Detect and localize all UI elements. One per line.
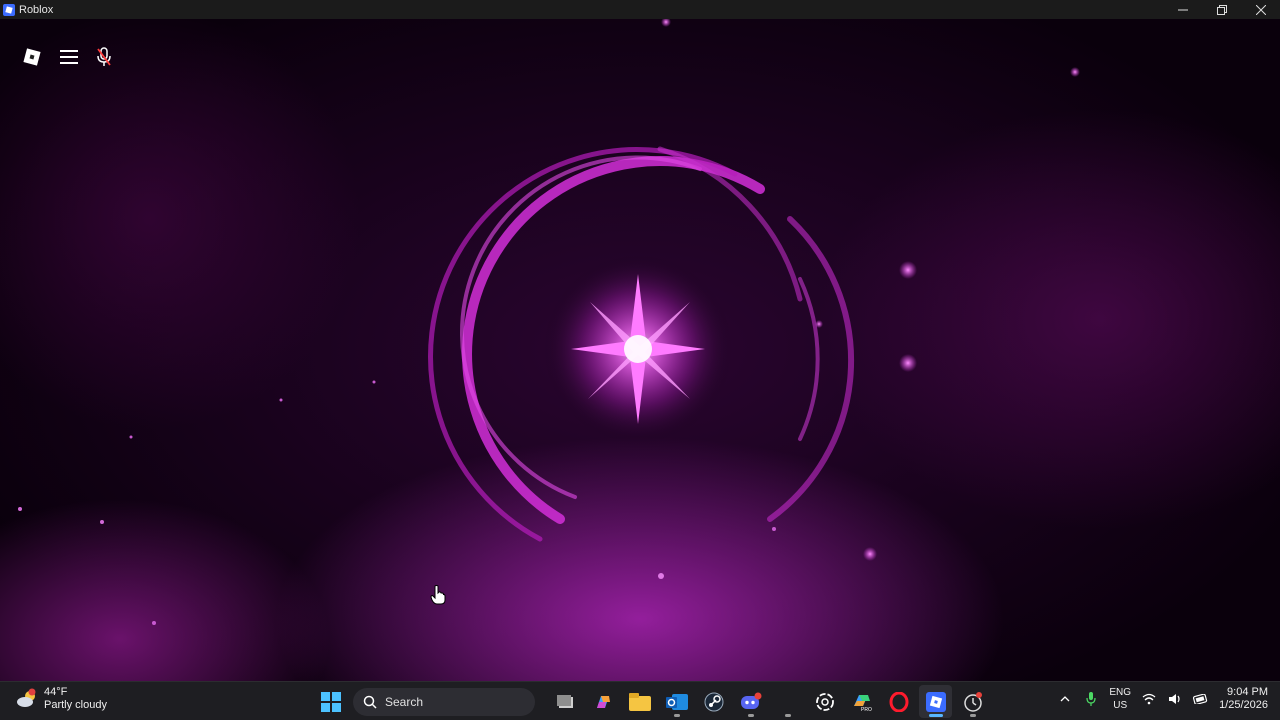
opera-button[interactable] (882, 685, 915, 718)
roblox-menu-button[interactable] (22, 47, 42, 67)
discord-button[interactable] (734, 685, 767, 718)
system-tray: ENG US 9:04 PM 1/25/2026 (1057, 686, 1268, 712)
starburst (543, 254, 733, 444)
file-explorer-button[interactable] (623, 685, 656, 718)
close-icon (1255, 4, 1266, 15)
roblox-topbar (22, 47, 112, 67)
minimize-button[interactable] (1163, 0, 1202, 19)
svg-text:PRO: PRO (861, 707, 872, 712)
restore-icon (1216, 4, 1227, 15)
window-titlebar: Roblox (0, 0, 1280, 19)
search-icon (363, 695, 377, 709)
steam-icon (704, 692, 723, 711)
vortex-scene (18, 19, 1080, 625)
task-view-icon (556, 694, 573, 708)
menu-icon[interactable] (60, 50, 78, 64)
language-label: ENG (1109, 687, 1132, 698)
weather-condition: Partly cloudy (44, 699, 107, 711)
taskbar-search[interactable]: Search (353, 687, 535, 716)
taskbar-apps: Search PRO (314, 685, 989, 718)
wifi-icon[interactable] (1141, 691, 1157, 707)
outlook-icon (665, 693, 688, 710)
taskbar: 44°F Partly cloudy Search PRO ENG US 9:0… (0, 681, 1280, 720)
steam-button[interactable] (697, 685, 730, 718)
region-label: US (1113, 700, 1128, 711)
blank-app-icon (779, 693, 797, 711)
window-title: Roblox (19, 3, 54, 16)
weather-widget[interactable]: 44°F Partly cloudy (16, 686, 107, 712)
roblox-icon (925, 691, 946, 712)
chatgpt-icon (815, 692, 834, 711)
roblox-logo-icon (23, 48, 41, 66)
volume-icon[interactable] (1167, 691, 1183, 707)
search-placeholder: Search (385, 694, 424, 709)
chatgpt-button[interactable] (808, 685, 841, 718)
window-controls (1163, 0, 1280, 19)
clock-date: 1/25/2026 (1219, 699, 1268, 711)
roblox-taskbar-button[interactable] (919, 685, 952, 718)
microphone-muted-icon[interactable] (96, 47, 112, 67)
close-button[interactable] (1241, 0, 1280, 19)
copilot-icon (596, 695, 610, 708)
weather-temperature: 44°F (44, 686, 68, 698)
discord-icon (740, 692, 761, 709)
battery-icon[interactable] (1193, 691, 1209, 707)
blank-app-button[interactable] (771, 685, 804, 718)
microsoft-365-button[interactable]: PRO (845, 685, 878, 718)
restore-button[interactable] (1202, 0, 1241, 19)
copilot-button[interactable] (586, 685, 619, 718)
hand-cursor-icon (430, 585, 446, 605)
game-viewport[interactable] (0, 19, 1280, 681)
clock-app-icon (963, 691, 982, 712)
outlook-button[interactable] (660, 685, 693, 718)
microphone-icon[interactable] (1083, 691, 1099, 707)
windows-start-icon (320, 691, 341, 712)
microsoft-365-icon: PRO (853, 694, 872, 712)
partly-cloudy-icon (17, 688, 36, 707)
taskbar-clock[interactable]: 9:04 PM 1/25/2026 (1219, 686, 1268, 712)
roblox-app-icon (3, 3, 15, 16)
clock-time: 9:04 PM (1227, 686, 1268, 698)
opera-icon (889, 691, 908, 712)
file-explorer-icon (628, 692, 651, 711)
start-button[interactable] (314, 685, 347, 718)
language-indicator[interactable]: ENG US (1109, 686, 1131, 712)
chevron-up-icon[interactable] (1057, 691, 1073, 707)
task-view-button[interactable] (549, 685, 582, 718)
minimize-icon (1177, 9, 1188, 10)
clock-app-button[interactable] (956, 685, 989, 718)
